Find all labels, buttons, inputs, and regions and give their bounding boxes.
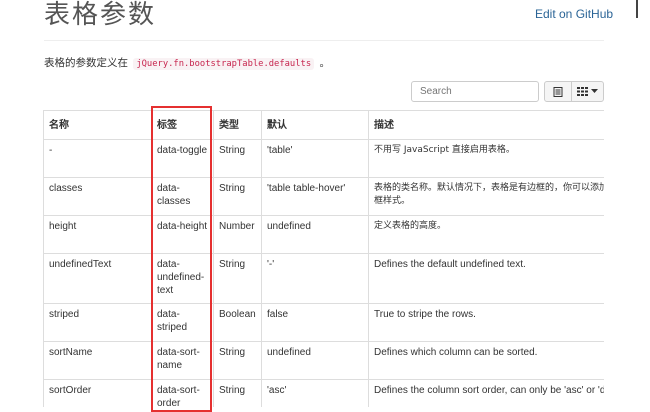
column-header-type[interactable]: 类型: [213, 110, 262, 140]
cell-attr: data-toggle: [151, 139, 214, 178]
defaults-code: jQuery.fn.bootstrapTable.defaults: [133, 58, 315, 70]
cell-name: sortOrder: [43, 379, 152, 407]
cell-attr: data-height: [151, 215, 214, 254]
cell-type: Number: [213, 215, 262, 254]
table-row: sortName data-sort-name String undefined…: [43, 341, 604, 380]
params-table: 名称 标签 类型 默认 描述 - data-toggle String 'tab…: [43, 110, 604, 407]
toggle-view-button[interactable]: [544, 81, 572, 102]
search-input[interactable]: [411, 81, 539, 102]
cell-default: 'table table-hover': [261, 177, 369, 216]
table-row: undefinedText data-undefined-text String…: [43, 253, 604, 304]
cell-default: 'asc': [261, 379, 369, 407]
cell-default: 'table': [261, 139, 369, 178]
cell-description: Defines the column sort order, can only …: [368, 379, 604, 407]
columns-dropdown-button[interactable]: [571, 81, 604, 102]
cell-attr: data-sort-order: [151, 379, 214, 407]
cell-name: height: [43, 215, 152, 254]
table-row: striped data-striped Boolean false True …: [43, 303, 604, 342]
cell-description: 表格的类名称。默认情况下，表格是有边框的，你可以添加 来删除表格的边框样式。: [368, 177, 604, 216]
column-header-description[interactable]: 描述: [368, 110, 604, 140]
cell-type: Boolean: [213, 303, 262, 342]
cell-name: striped: [43, 303, 152, 342]
title-divider: [44, 40, 604, 41]
intro-suffix: 。: [319, 57, 330, 69]
intro-prefix: 表格的参数定义在: [44, 57, 128, 69]
cell-default: '-': [261, 253, 369, 304]
cell-default: undefined: [261, 341, 369, 380]
table-header-row: 名称 标签 类型 默认 描述: [43, 110, 604, 140]
cell-type: String: [213, 139, 262, 178]
cell-description: True to stripe the rows.: [368, 303, 604, 342]
cell-name: sortName: [43, 341, 152, 380]
cell-attr: data-classes: [151, 177, 214, 216]
edit-on-github-link[interactable]: Edit on GitHub: [535, 7, 613, 21]
cell-type: String: [213, 341, 262, 380]
cell-type: String: [213, 379, 262, 407]
cell-description: 定义表格的高度。: [368, 215, 604, 254]
cell-description: Defines the default undefined text.: [368, 253, 604, 304]
cell-name: -: [43, 139, 152, 178]
columns-grid-icon: [577, 87, 588, 96]
params-table-container[interactable]: 名称 标签 类型 默认 描述 - data-toggle String 'tab…: [43, 110, 604, 407]
page-title: 表格参数: [44, 0, 157, 30]
table-row: height data-height Number undefined 定义表格…: [43, 215, 604, 254]
chevron-down-icon: [591, 89, 598, 93]
cell-attr: data-undefined-text: [151, 253, 214, 304]
cell-attr: data-sort-name: [151, 341, 214, 380]
cell-description: Defines which column can be sorted.: [368, 341, 604, 380]
cell-name: undefinedText: [43, 253, 152, 304]
column-header-default[interactable]: 默认: [261, 110, 369, 140]
cell-default: false: [261, 303, 369, 342]
cell-name: classes: [43, 177, 152, 216]
table-row: sortOrder data-sort-order String 'asc' D…: [43, 379, 604, 407]
cell-attr: data-striped: [151, 303, 214, 342]
text-caret: [636, 0, 638, 18]
cell-default: undefined: [261, 215, 369, 254]
intro-paragraph: 表格的参数定义在 jQuery.fn.bootstrapTable.defaul…: [44, 55, 330, 70]
cell-type: String: [213, 253, 262, 304]
table-row: - data-toggle String 'table' 不用写 JavaScr…: [43, 139, 604, 178]
table-row: classes data-classes String 'table table…: [43, 177, 604, 216]
cell-type: String: [213, 177, 262, 216]
cell-description: 不用写 JavaScript 直接启用表格。: [368, 139, 604, 178]
column-header-attr[interactable]: 标签: [151, 110, 214, 140]
list-icon: [553, 86, 563, 97]
column-header-name[interactable]: 名称: [43, 110, 152, 140]
